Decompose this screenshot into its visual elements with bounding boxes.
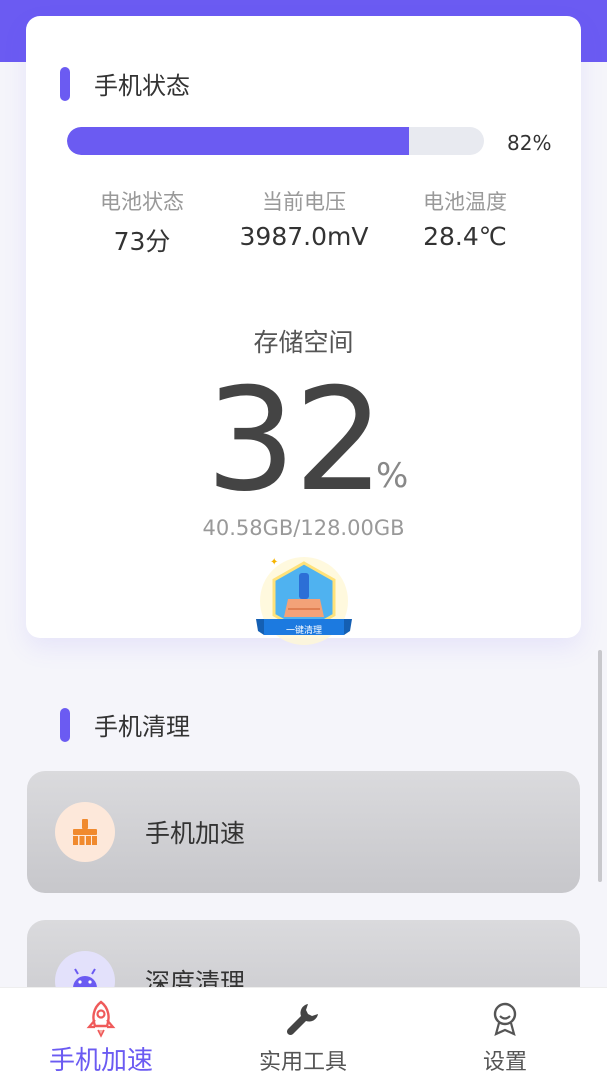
stat-value: 73分 [113,227,171,256]
nav-label: 实用工具 [258,1050,347,1075]
phone-status-title: 手机状态 [94,72,190,100]
nav-label: 手机加速 [48,1046,153,1076]
feature-phone-boost[interactable]: 手机加速 [27,771,580,893]
stat-label: 当前电压 [262,190,346,214]
section-accent-bar [60,66,70,101]
scrollbar[interactable] [598,650,602,882]
stat-value: 3987.0mV [239,222,369,251]
rocket-icon [1,1000,201,1038]
svg-text:✦: ✦ [270,557,278,568]
nav-label: 设置 [482,1050,527,1075]
storage-label: 存储空间 [253,328,354,357]
storage-size: 40.58GB/128.00GB [202,516,405,540]
battery-stats: 电池状态 73分 当前电压 3987.0mV 电池温度 28.4℃ [26,186,581,256]
nav-item-phone-boost[interactable]: 手机加速 [1,1000,201,1077]
feature-label: 手机加速 [145,819,246,848]
broom-icon [55,802,115,862]
section-accent-bar [60,707,70,742]
battery-progress-bar [67,127,484,155]
phone-status-card: 手机状态 82% 电池状态 73分 当前电压 3987.0mV 电池温度 28.… [26,16,581,645]
one-click-clean-button[interactable]: ✦ ✦ 一键清理 [254,553,368,653]
storage-percent-unit: % [376,456,409,496]
stat-value: 28.4℃ [423,222,507,251]
nav-item-settings[interactable]: 设置 [405,1000,605,1076]
stat-battery-status: 电池状态 73分 [57,186,227,258]
one-click-clean-label: 一键清理 [285,626,322,636]
settings-badge-icon [405,1000,605,1038]
phone-clean-header: 手机清理 [60,707,190,742]
stat-label: 电池状态 [100,190,184,214]
nav-item-tools[interactable]: 实用工具 [203,1000,403,1076]
bottom-nav: 手机加速 实用工具 设置 [0,987,607,1080]
stat-temperature: 电池温度 28.4℃ [380,186,550,251]
battery-percent: 82% [507,131,552,155]
broom-icon: ✦ ✦ [256,557,368,645]
battery-progress-fill [67,127,409,155]
storage-percent: 32 [205,358,385,523]
wrench-icon [203,1000,403,1038]
phone-status-header: 手机状态 [60,66,190,101]
phone-clean-title: 手机清理 [94,713,190,741]
stat-voltage: 当前电压 3987.0mV [219,186,389,251]
stat-label: 电池温度 [423,190,507,214]
